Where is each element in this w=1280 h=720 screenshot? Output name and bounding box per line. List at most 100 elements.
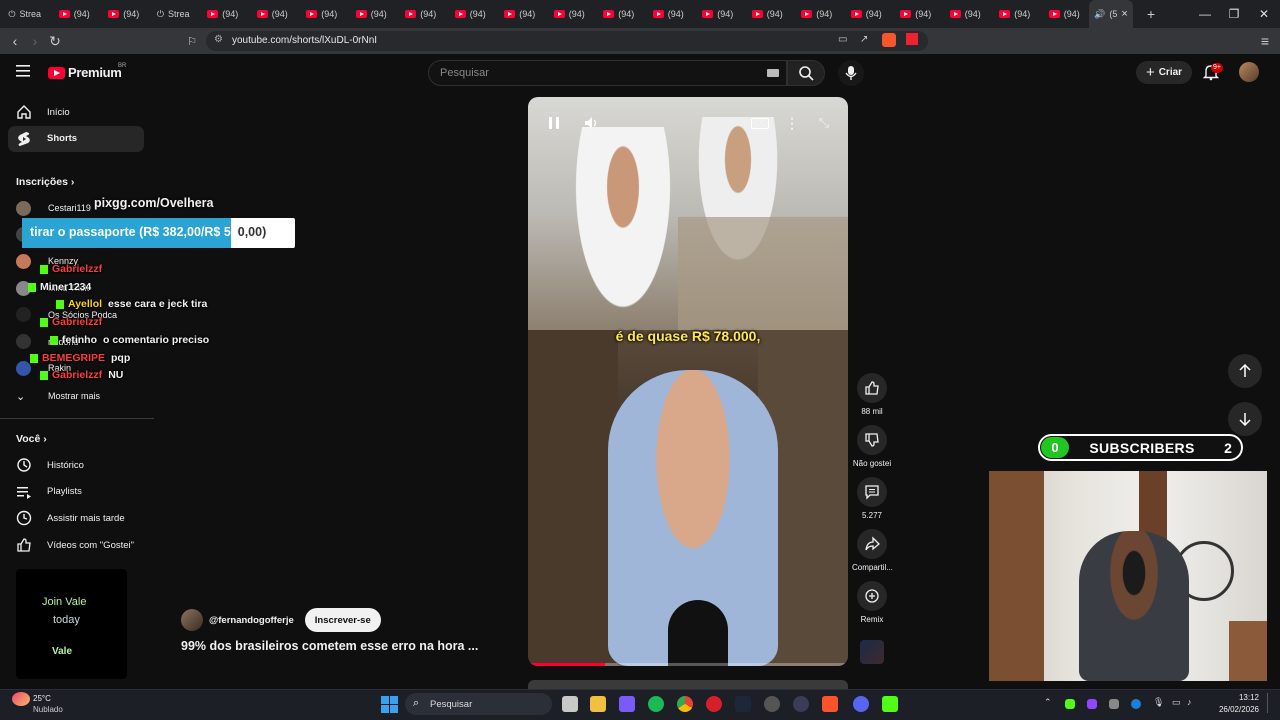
shorts-player[interactable]: é de quase R$ 78.000, CC ⋮ ⤡ bbox=[528, 97, 848, 666]
share-button[interactable]: Compartil... bbox=[852, 529, 893, 572]
browser-tab[interactable]: (94) bbox=[198, 0, 248, 28]
voice-search-button[interactable] bbox=[838, 60, 864, 86]
browser-tab[interactable]: (94) bbox=[842, 0, 892, 28]
like-button[interactable]: 88 mil bbox=[852, 373, 892, 416]
next-short-button[interactable] bbox=[1228, 402, 1262, 436]
browser-tab[interactable]: (94) bbox=[792, 0, 842, 28]
show-desktop-button[interactable] bbox=[1267, 693, 1272, 713]
github-desktop-icon[interactable] bbox=[764, 696, 780, 712]
show-more-button[interactable]: ⌄ Mostrar mais bbox=[16, 386, 100, 406]
sidebar-item-history[interactable]: Histórico bbox=[8, 452, 144, 478]
clock-time[interactable]: 13:12 bbox=[1211, 693, 1259, 702]
task-view-icon[interactable] bbox=[562, 696, 578, 712]
pause-button[interactable] bbox=[544, 113, 564, 133]
browser-tab[interactable]: (94) bbox=[1040, 0, 1090, 28]
weather-temp[interactable]: 25°C bbox=[33, 694, 51, 703]
sound-thumbnail[interactable] bbox=[860, 640, 884, 664]
sidebar-item-shorts[interactable]: Shorts bbox=[8, 125, 144, 152]
close-window-button[interactable]: ✕ bbox=[1248, 0, 1280, 28]
new-tab-button[interactable]: + bbox=[1139, 6, 1163, 22]
browser-tab[interactable]: (94) bbox=[644, 0, 694, 28]
browser-tab[interactable]: (94) bbox=[594, 0, 644, 28]
file-explorer-icon[interactable] bbox=[590, 696, 606, 712]
volume-button[interactable] bbox=[582, 113, 602, 133]
tray-app-icon[interactable] bbox=[1087, 699, 1097, 709]
volume-tray-icon[interactable]: ♪ bbox=[1187, 697, 1192, 707]
sidebar-item-watch-later[interactable]: Assistir mais tarde bbox=[8, 505, 144, 531]
weather-icon[interactable] bbox=[12, 692, 30, 706]
video-progress-bar[interactable] bbox=[528, 663, 848, 666]
channel-avatar[interactable] bbox=[181, 609, 203, 631]
maximize-button[interactable]: ❐ bbox=[1218, 0, 1250, 28]
subscription-item[interactable]: Cestari119 bbox=[16, 198, 91, 218]
app-icon[interactable] bbox=[619, 696, 635, 712]
browser-tab[interactable]: ⏻ Strea bbox=[149, 0, 199, 28]
search-input[interactable]: Pesquisar bbox=[428, 60, 787, 86]
browser-tab[interactable]: (94) bbox=[941, 0, 991, 28]
reload-icon[interactable]: ↻ bbox=[44, 28, 66, 54]
browser-tab[interactable]: (94) bbox=[495, 0, 545, 28]
fullscreen-button[interactable]: ⤡ bbox=[814, 113, 834, 133]
browser-tab[interactable]: (94) bbox=[50, 0, 100, 28]
spotify-icon[interactable] bbox=[648, 696, 664, 712]
forward-icon[interactable]: › bbox=[24, 28, 46, 54]
brave-rewards-icon[interactable] bbox=[906, 33, 918, 45]
remix-button[interactable]: Remix bbox=[852, 581, 892, 624]
channel-handle[interactable]: @fernandogofferje bbox=[209, 615, 294, 626]
browser-tab[interactable]: (94) bbox=[743, 0, 793, 28]
brave-icon[interactable] bbox=[822, 696, 838, 712]
account-avatar[interactable] bbox=[1239, 62, 1259, 82]
app-icon[interactable] bbox=[793, 696, 809, 712]
network-icon[interactable]: ▭ bbox=[1172, 697, 1181, 708]
opera-icon[interactable] bbox=[706, 696, 722, 712]
clock-date[interactable]: 26/02/2026 bbox=[1211, 705, 1259, 714]
sidebar-item-liked[interactable]: Vídeos com "Gostei" bbox=[8, 532, 144, 558]
browser-tab[interactable]: (94) bbox=[990, 0, 1040, 28]
steam-icon[interactable] bbox=[735, 696, 751, 712]
browser-tab[interactable]: ⏻ Strea bbox=[0, 0, 50, 28]
taskbar-search[interactable]: ⌕ Pesquisar bbox=[405, 693, 552, 715]
chrome-icon[interactable] bbox=[677, 696, 693, 712]
kick-icon[interactable] bbox=[882, 696, 898, 712]
browser-tab[interactable]: (94) bbox=[396, 0, 446, 28]
share-page-icon[interactable]: ↗ bbox=[860, 34, 868, 45]
site-info-icon[interactable]: ⚙ bbox=[214, 34, 223, 45]
back-icon[interactable]: ‹ bbox=[4, 28, 26, 54]
tray-expand-icon[interactable]: ⌃ bbox=[1044, 697, 1052, 708]
dislike-button[interactable]: Não gostei bbox=[852, 425, 892, 468]
browser-menu-icon[interactable]: ≡ bbox=[1254, 28, 1276, 54]
tray-app-icon[interactable] bbox=[1109, 699, 1119, 709]
comment-button[interactable]: 5.277 bbox=[852, 477, 892, 520]
you-section-title[interactable]: Você › bbox=[16, 433, 47, 445]
brave-shields-icon[interactable] bbox=[882, 33, 896, 47]
discord-icon[interactable] bbox=[853, 696, 869, 712]
subscribe-button[interactable]: Inscrever-se bbox=[304, 608, 381, 632]
address-bar[interactable]: ⚙ youtube.com/shorts/lXuDL-0rNnI ▭ ↗ bbox=[206, 31, 928, 51]
browser-tab[interactable]: (94) bbox=[297, 0, 347, 28]
keyboard-icon[interactable] bbox=[767, 69, 779, 77]
browser-tab[interactable]: (94) bbox=[446, 0, 496, 28]
cast-icon[interactable]: ▭ bbox=[838, 34, 847, 45]
video-title[interactable]: 99% dos brasileiros cometem esse erro na… bbox=[181, 639, 478, 653]
bluetooth-icon[interactable] bbox=[1131, 699, 1141, 709]
browser-tab-active[interactable]: 🔊 (5 × bbox=[1089, 0, 1133, 28]
previous-short-button[interactable] bbox=[1228, 354, 1262, 388]
microphone-tray-icon[interactable]: 🎙 bbox=[1153, 697, 1164, 708]
browser-tab[interactable]: (94) bbox=[693, 0, 743, 28]
subscriptions-title[interactable]: Inscrições › bbox=[16, 176, 74, 188]
bookmark-icon[interactable]: ⚐ bbox=[181, 28, 203, 54]
minimize-button[interactable]: — bbox=[1189, 0, 1221, 28]
close-tab-icon[interactable]: × bbox=[1121, 8, 1127, 20]
menu-icon[interactable] bbox=[16, 64, 32, 78]
sidebar-item-playlists[interactable]: Playlists bbox=[8, 479, 144, 505]
browser-tab[interactable]: (94) bbox=[347, 0, 397, 28]
windows-start-icon[interactable] bbox=[381, 696, 398, 713]
sidebar-item-incio[interactable]: Início bbox=[8, 99, 144, 125]
browser-tab[interactable]: (94) bbox=[891, 0, 941, 28]
browser-tab[interactable]: (94) bbox=[545, 0, 595, 28]
create-button[interactable]: + Criar bbox=[1136, 61, 1192, 84]
more-options-button[interactable]: ⋮ bbox=[782, 113, 802, 133]
search-button[interactable] bbox=[787, 60, 825, 86]
youtube-premium-logo[interactable]: Premium bbox=[48, 65, 122, 80]
captions-button[interactable]: CC bbox=[750, 113, 770, 133]
